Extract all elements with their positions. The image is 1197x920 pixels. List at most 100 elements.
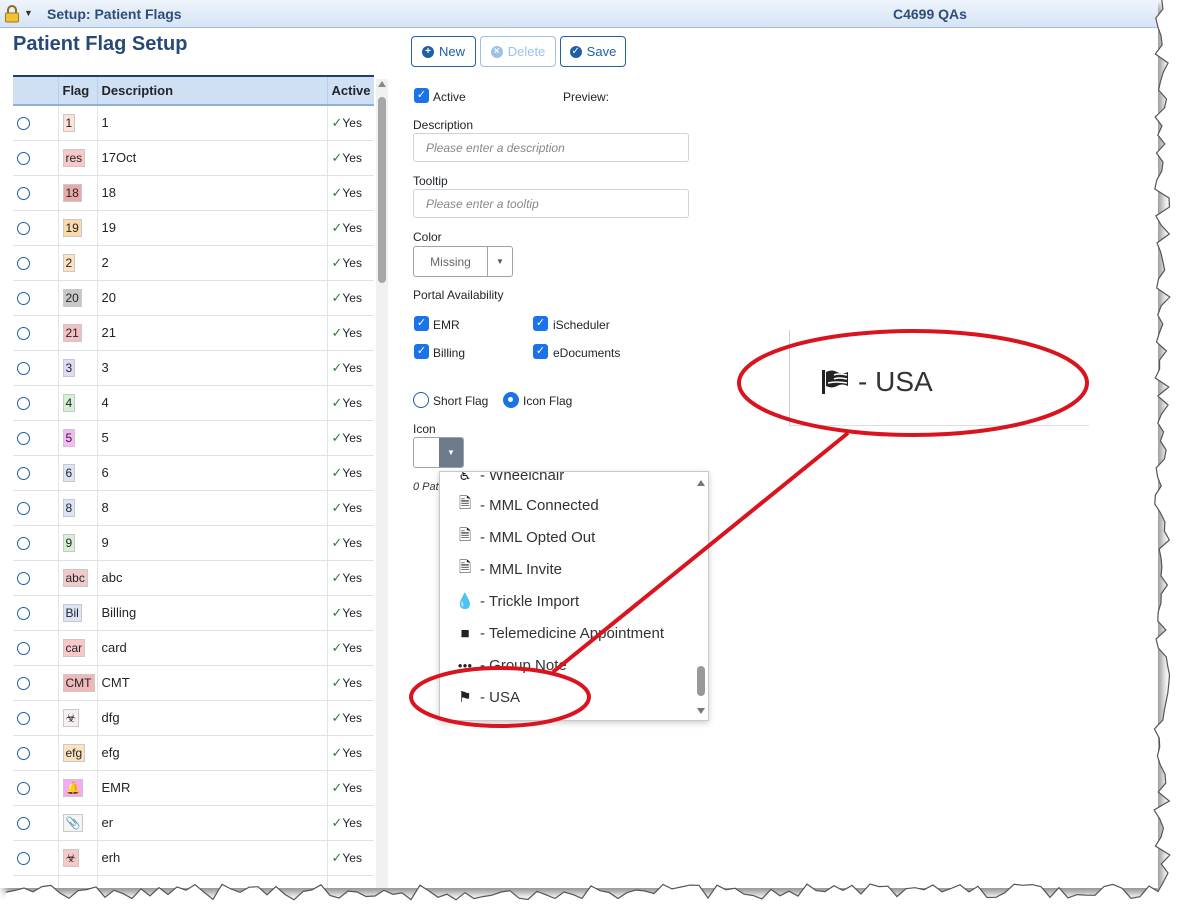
icon-flag-radio[interactable] (503, 392, 519, 408)
table-row[interactable] (13, 875, 374, 888)
column-header-flag[interactable]: Flag (58, 77, 98, 106)
table-scrollbar[interactable] (376, 79, 388, 888)
table-row[interactable]: ☣ dfg ✓Yes (13, 700, 374, 736)
edocuments-checkbox[interactable]: ✓ (533, 344, 548, 359)
table-row[interactable]: res 17Oct ✓Yes (13, 140, 374, 176)
dropdown-item[interactable]: 🗎 - MML Connected (455, 494, 599, 516)
table-row[interactable]: Bil Billing ✓Yes (13, 595, 374, 631)
row-select-cell[interactable] (13, 105, 59, 141)
scroll-down-icon[interactable] (697, 708, 705, 714)
row-select-cell[interactable] (13, 280, 59, 316)
row-select-cell[interactable] (13, 525, 59, 561)
row-radio[interactable] (17, 257, 30, 271)
table-row[interactable]: 🔔 EMR ✓Yes (13, 770, 374, 806)
active-checkbox[interactable]: ✓ (414, 88, 429, 103)
table-row[interactable]: 1 1 ✓Yes (13, 105, 374, 141)
row-radio[interactable] (17, 537, 30, 551)
table-row[interactable]: 📎 er ✓Yes (13, 805, 374, 841)
row-select-cell[interactable] (13, 175, 59, 211)
icon-dropdown-list[interactable]: ♿ - Wheelchair 🗎 - MML Connected 🗎 - MML Opte… (439, 471, 709, 721)
row-select-cell[interactable] (13, 210, 59, 246)
row-radio[interactable] (17, 677, 30, 691)
row-select-cell[interactable] (13, 455, 59, 491)
lock-menu-caret-icon[interactable]: ▼ (24, 8, 33, 18)
lock-icon[interactable] (4, 5, 20, 28)
dropdown-item[interactable]: 🗎 - MML Opted Out (455, 526, 595, 548)
row-radio[interactable] (17, 117, 30, 131)
tooltip-input[interactable]: Please enter a tooltip (413, 189, 689, 218)
row-select-cell[interactable] (13, 490, 59, 526)
table-row[interactable]: 20 20 ✓Yes (13, 280, 374, 316)
row-select-cell[interactable] (13, 805, 59, 841)
row-radio[interactable] (17, 327, 30, 341)
table-row[interactable]: abc abc ✓Yes (13, 560, 374, 596)
scroll-up-icon[interactable] (697, 480, 705, 486)
table-row[interactable]: 4 4 ✓Yes (13, 385, 374, 421)
row-radio[interactable] (17, 432, 30, 446)
row-select-cell[interactable] (13, 560, 59, 596)
dropdown-item[interactable]: ■ - Telemedicine Appointment (455, 622, 664, 644)
color-select[interactable]: Missing ▼ (413, 246, 513, 277)
table-row[interactable]: 18 18 ✓Yes (13, 175, 374, 211)
chevron-down-icon[interactable]: ▼ (439, 438, 463, 467)
row-radio[interactable] (17, 292, 30, 306)
row-radio[interactable] (17, 397, 30, 411)
row-radio[interactable] (17, 502, 30, 516)
column-header-active[interactable]: Active (327, 77, 374, 106)
ischeduler-checkbox[interactable]: ✓ (533, 316, 548, 331)
dropdown-item[interactable]: 🗎 - MML Invite (455, 558, 562, 580)
table-row[interactable]: CMT CMT ✓Yes (13, 665, 374, 701)
table-row[interactable]: 2 2 ✓Yes (13, 245, 374, 281)
row-radio[interactable] (17, 467, 30, 481)
table-row[interactable]: ☣ erh ✓Yes (13, 840, 374, 876)
row-select-cell[interactable] (13, 735, 59, 771)
row-select-cell[interactable] (13, 350, 59, 386)
emr-checkbox[interactable]: ✓ (414, 316, 429, 331)
row-radio[interactable] (17, 642, 30, 656)
new-button[interactable]: + New (411, 36, 476, 67)
row-radio[interactable] (17, 852, 30, 866)
row-select-cell[interactable] (13, 700, 59, 736)
row-select-cell[interactable] (13, 315, 59, 351)
dropdown-item[interactable]: ♿ - Wheelchair (455, 472, 564, 486)
chevron-down-icon[interactable]: ▼ (488, 247, 512, 276)
row-radio[interactable] (17, 817, 30, 831)
table-row[interactable]: car card ✓Yes (13, 630, 374, 666)
table-row[interactable]: efg efg ✓Yes (13, 735, 374, 771)
row-select-cell[interactable] (13, 875, 59, 888)
description-input[interactable]: Please enter a description (413, 133, 689, 162)
row-select-cell[interactable] (13, 245, 59, 281)
row-select-cell[interactable] (13, 595, 59, 631)
table-row[interactable]: 5 5 ✓Yes (13, 420, 374, 456)
scrollbar-thumb[interactable] (697, 666, 705, 696)
billing-checkbox[interactable]: ✓ (414, 344, 429, 359)
icon-select[interactable]: ▼ (413, 437, 464, 468)
save-button[interactable]: ✓ Save (560, 36, 626, 67)
short-flag-radio[interactable] (413, 392, 429, 408)
delete-button[interactable]: × Delete (480, 36, 556, 67)
column-header-description[interactable]: Description (97, 77, 328, 106)
row-radio[interactable] (17, 152, 30, 166)
row-radio[interactable] (17, 572, 30, 586)
row-select-cell[interactable] (13, 840, 59, 876)
dropdown-item[interactable]: ●●● - Group Note (455, 654, 567, 676)
row-radio[interactable] (17, 747, 30, 761)
scrollbar-thumb[interactable] (378, 97, 386, 283)
row-select-cell[interactable] (13, 770, 59, 806)
row-select-cell[interactable] (13, 665, 59, 701)
table-row[interactable]: 8 8 ✓Yes (13, 490, 374, 526)
table-row[interactable]: 21 21 ✓Yes (13, 315, 374, 351)
table-row[interactable]: 9 9 ✓Yes (13, 525, 374, 561)
scroll-up-icon[interactable] (378, 81, 386, 87)
row-radio[interactable] (17, 362, 30, 376)
dropdown-item[interactable]: 💧 - Trickle Import (455, 590, 580, 612)
row-select-cell[interactable] (13, 420, 59, 456)
row-radio[interactable] (17, 222, 30, 236)
table-row[interactable]: 3 3 ✓Yes (13, 350, 374, 386)
row-radio[interactable] (17, 782, 30, 796)
table-row[interactable]: 6 6 ✓Yes (13, 455, 374, 491)
row-radio[interactable] (17, 712, 30, 726)
dropdown-item[interactable]: ⚑ - USA (455, 686, 520, 708)
table-row[interactable]: 19 19 ✓Yes (13, 210, 374, 246)
row-radio[interactable] (17, 607, 30, 621)
